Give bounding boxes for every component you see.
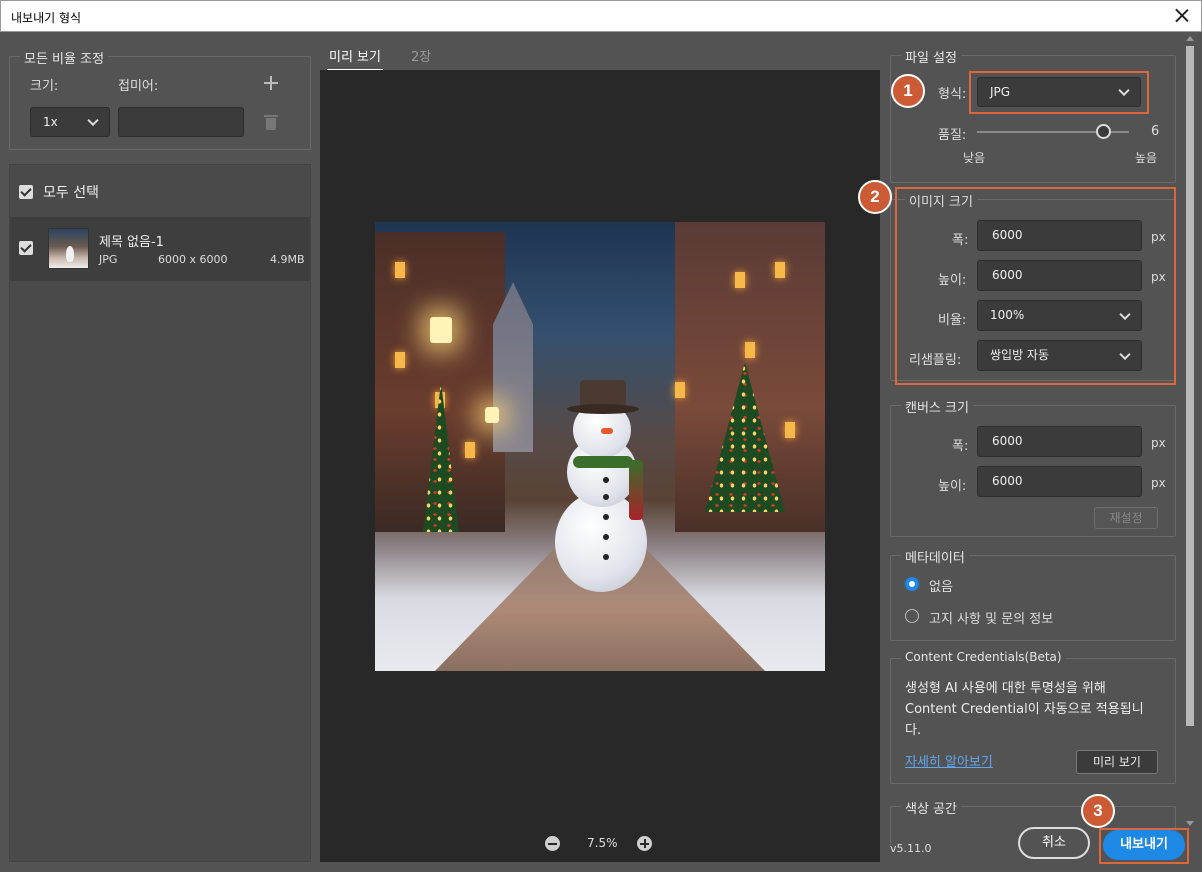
step-badge-3: 3 (1081, 794, 1115, 828)
metadata-none-label: 없음 (929, 580, 953, 595)
canvas-width-label: 폭: (952, 439, 969, 454)
credentials-legend: Content Credentials(Beta) (901, 650, 1066, 664)
credentials-preview-button[interactable]: 미리 보기 (1076, 750, 1158, 774)
image-width-label: 폭: (952, 233, 969, 248)
canvas-height-label: 높이: (938, 479, 967, 494)
format-label: 형식: (938, 87, 967, 102)
size-select[interactable]: 1x (30, 107, 110, 137)
trash-icon[interactable] (264, 114, 278, 130)
close-icon[interactable] (1171, 5, 1193, 27)
file-settings-legend: 파일 설정 (901, 47, 961, 66)
image-height-input[interactable]: 6000 (977, 260, 1142, 291)
suffix-input[interactable] (118, 107, 244, 137)
chevron-down-icon (87, 114, 99, 127)
resample-label: 리샘플링: (909, 353, 962, 368)
canvas-size-legend: 캔버스 크기 (901, 397, 973, 416)
canvas-height-unit: px (1151, 476, 1166, 490)
zoom-out-icon[interactable] (545, 836, 560, 851)
window-title: 내보내기 형식 (11, 11, 82, 25)
zoom-control: 7.5% (545, 836, 665, 852)
file-size: 4.9MB (270, 253, 305, 266)
quality-label: 품질: (938, 128, 967, 143)
format-select-value: JPG (990, 85, 1011, 99)
file-dimensions: 6000 x 6000 (158, 253, 228, 266)
credentials-text-3: 다. (905, 723, 922, 738)
format-select[interactable]: JPG (977, 77, 1141, 107)
chevron-down-icon (1118, 84, 1130, 97)
reset-button[interactable]: 재설정 (1094, 507, 1158, 529)
image-width-input[interactable]: 6000 (977, 220, 1142, 251)
tab-second-image[interactable]: 2장 (411, 46, 431, 65)
resample-select[interactable]: 쌍입방 자동 (977, 340, 1142, 371)
scrollbar-thumb[interactable] (1186, 46, 1194, 726)
metadata-contact-radio[interactable] (905, 609, 919, 623)
file-checkbox[interactable] (19, 241, 33, 255)
chevron-down-icon (1119, 348, 1131, 360)
ratio-select[interactable]: 100% (977, 300, 1142, 331)
step-badge-2: 2 (858, 180, 892, 214)
size-label: 크기: (30, 79, 59, 94)
file-thumbnail (48, 228, 89, 269)
file-name: 제목 없음-1 (99, 235, 164, 250)
quality-value: 6 (1151, 124, 1160, 139)
scroll-up-icon[interactable] (1186, 36, 1194, 41)
metadata-contact-label: 고지 사항 및 문의 정보 (929, 612, 1054, 627)
version-label: v5.11.0 (890, 842, 932, 855)
select-all-checkbox[interactable] (19, 185, 33, 199)
cancel-button[interactable]: 취소 (1018, 827, 1090, 859)
ratio-label: 비율: (938, 313, 967, 328)
add-scale-icon[interactable] (264, 76, 278, 90)
dialog-body: 모든 비율 조정 크기: 접미어: 1x 모두 선택 제목 없음-1 JPG 6… (0, 32, 1202, 872)
quality-min-label: 낮음 (963, 151, 986, 165)
title-bar: 내보내기 형식 (0, 0, 1202, 32)
quality-slider-knob[interactable] (1095, 124, 1111, 139)
metadata-none-radio[interactable] (905, 577, 919, 591)
suffix-label: 접미어: (118, 79, 159, 94)
canvas-width-input[interactable]: 6000 (977, 426, 1142, 457)
scale-all-legend: 모든 비율 조정 (20, 48, 109, 67)
file-format: JPG (99, 253, 118, 266)
step-badge-1: 1 (891, 74, 925, 108)
image-width-unit: px (1151, 230, 1166, 244)
preview-image (375, 222, 825, 671)
ratio-select-value: 100% (990, 308, 1025, 322)
zoom-in-icon[interactable] (637, 836, 652, 851)
preview-area: 7.5% (320, 70, 880, 862)
size-select-value: 1x (43, 115, 58, 129)
metadata-legend: 메타데이터 (901, 547, 969, 566)
export-button[interactable]: 내보내기 (1103, 830, 1185, 860)
credentials-text-1: 생성형 AI 사용에 대한 투명성을 위해 (905, 681, 1106, 696)
quality-max-label: 높음 (1135, 151, 1158, 165)
file-row[interactable]: 제목 없음-1 JPG 6000 x 6000 4.9MB (10, 217, 310, 281)
image-size-legend: 이미지 크기 (905, 191, 977, 210)
settings-panel: 파일 설정 형식: JPG 1 품질: 6 낮음 높음 이미지 크기 2 폭: … (858, 32, 1189, 872)
credentials-text-2: Content Credential이 자동으로 적용됩니 (905, 702, 1144, 717)
chevron-down-icon (1119, 308, 1131, 320)
resample-select-value: 쌍입방 자동 (990, 348, 1050, 362)
scroll-down-icon[interactable] (1186, 821, 1194, 826)
canvas-width-unit: px (1151, 436, 1166, 450)
select-all-label: 모두 선택 (43, 185, 99, 201)
tab-preview[interactable]: 미리 보기 (327, 46, 383, 71)
settings-scrollbar[interactable] (1184, 36, 1198, 826)
metadata-fieldset: 메타데이터 (890, 547, 1176, 641)
zoom-level: 7.5% (587, 836, 618, 850)
file-list: 모두 선택 제목 없음-1 JPG 6000 x 6000 4.9MB (9, 164, 311, 862)
canvas-height-input[interactable]: 6000 (977, 466, 1142, 497)
image-height-label: 높이: (938, 273, 967, 288)
color-space-legend: 색상 공간 (901, 798, 961, 817)
image-height-unit: px (1151, 270, 1166, 284)
scale-all-fieldset: 모든 비율 조정 크기: 접미어: 1x (9, 48, 311, 150)
learn-more-link[interactable]: 자세히 알아보기 (905, 751, 993, 770)
